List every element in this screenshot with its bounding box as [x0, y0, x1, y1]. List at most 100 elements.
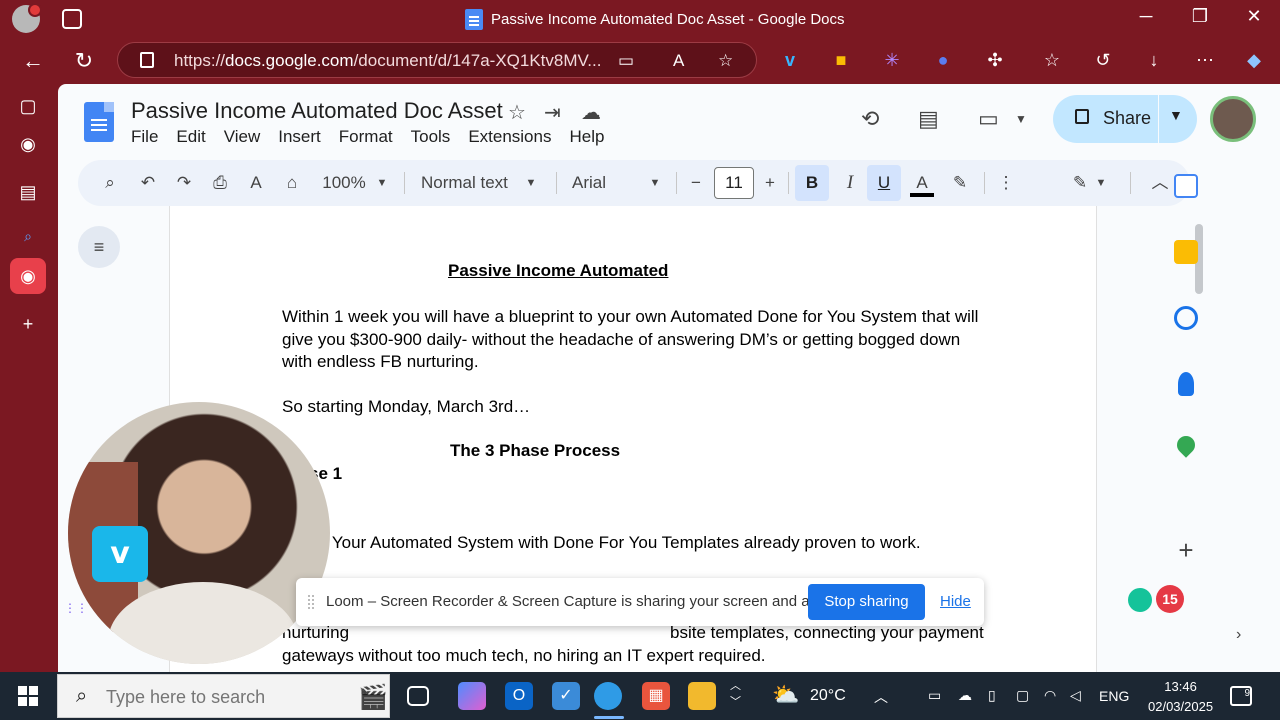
paragraph-line[interactable]: with endless FB nurturing. [282, 351, 479, 374]
italic-button[interactable]: I [838, 171, 862, 195]
favorite-star-icon[interactable]: ☆ [718, 51, 733, 71]
chevron-right-icon[interactable]: › [1236, 626, 1241, 644]
record-icon[interactable]: ◉ [14, 130, 42, 158]
copilot-icon[interactable]: ◆ [1243, 49, 1265, 71]
decrease-font-size-button[interactable]: − [686, 171, 706, 195]
search-menus-icon[interactable]: ⌕ [98, 171, 122, 195]
underline-button[interactable]: U [867, 165, 901, 201]
favorites-icon[interactable]: ☆ [1041, 49, 1063, 71]
more-menu-icon[interactable]: ⋯ [1194, 49, 1216, 71]
close-button[interactable]: ✕ [1239, 6, 1269, 27]
paragraph-line[interactable]: Within 1 week you will have a blueprint … [282, 306, 978, 329]
comments-icon[interactable]: ▤ [918, 106, 939, 132]
start-button[interactable] [18, 686, 38, 706]
highlight-pen-icon[interactable]: ✎ [948, 171, 972, 195]
tasks-icon[interactable] [1174, 306, 1198, 330]
chevron-down-icon[interactable]: ▼ [1094, 171, 1108, 195]
version-history-icon[interactable]: ⟲ [861, 106, 879, 132]
store-icon[interactable]: ▦ [642, 682, 670, 710]
grammarly-icon[interactable] [1128, 588, 1152, 612]
spellcheck-icon[interactable]: A [244, 171, 268, 195]
undo-icon[interactable]: ↶ [136, 171, 160, 195]
meet-now-icon[interactable]: ▢ [1016, 687, 1029, 704]
badge-count[interactable]: 15 [1156, 585, 1184, 613]
calendar-icon[interactable] [1174, 174, 1198, 198]
cloud-sync-icon[interactable]: ☁ [958, 687, 972, 704]
input-language[interactable]: ENG [1099, 688, 1129, 704]
cloud-saved-icon[interactable]: ☁ [581, 100, 601, 125]
add-app-icon[interactable]: + [14, 310, 42, 338]
refresh-icon[interactable]: ↻ [69, 46, 99, 76]
paragraph-line[interactable]: p Your Automated System with Done For Yo… [318, 532, 921, 555]
outlook-icon[interactable]: O [505, 682, 533, 710]
extension-icon[interactable]: ● [932, 49, 954, 71]
star-icon[interactable]: ☆ [508, 100, 526, 125]
docs-logo-icon[interactable] [84, 102, 114, 142]
taskbar-search[interactable]: ⌕ 🎬 [57, 674, 390, 718]
battery-icon[interactable]: ▭ [928, 687, 941, 704]
font-size-input[interactable]: 11 [714, 167, 754, 199]
edge-icon[interactable] [594, 682, 622, 710]
history-icon[interactable]: ↺ [1092, 49, 1114, 71]
restore-button[interactable]: ❐ [1185, 6, 1215, 27]
show-hidden-icons-icon[interactable]: ︿ [874, 687, 888, 707]
font-family-select[interactable]: Arial [572, 171, 632, 195]
zoom-select[interactable]: 100% [320, 171, 368, 195]
paragraph-line[interactable]: gateways without too much tech, no hirin… [282, 645, 766, 668]
file-explorer-icon[interactable] [688, 682, 716, 710]
hide-link[interactable]: Hide [940, 593, 971, 610]
search-app-icon[interactable]: ⌕ [14, 222, 42, 250]
more-options-icon[interactable]: ⋮ [994, 171, 1018, 195]
redo-icon[interactable]: ↷ [172, 171, 196, 195]
todo-icon[interactable]: ✓ [552, 682, 580, 710]
temperature[interactable]: 20°C [810, 687, 846, 705]
downloads-icon[interactable]: ↓ [1143, 49, 1165, 71]
menu-insert[interactable]: Insert [278, 127, 321, 147]
paragraph-style-select[interactable]: Normal text [421, 171, 517, 195]
stop-sharing-button[interactable]: Stop sharing [808, 584, 925, 620]
document-title[interactable]: Passive Income Automated Doc Asset [131, 98, 503, 124]
usb-icon[interactable]: ▯ [988, 687, 996, 704]
system-clock[interactable]: 13:46 02/03/2025 [1148, 677, 1213, 717]
text-color-button[interactable]: A [910, 171, 934, 197]
url-text[interactable]: https://docs.google.com/document/d/147a-… [174, 51, 601, 71]
increase-font-size-button[interactable]: + [760, 171, 780, 195]
browser-profile-avatar[interactable] [12, 3, 42, 33]
menu-tools[interactable]: Tools [411, 127, 451, 147]
record-active-icon[interactable]: ◉ [10, 258, 46, 294]
menu-view[interactable]: View [224, 127, 261, 147]
task-view-icon[interactable] [407, 686, 429, 706]
wifi-icon[interactable]: ◠ [1044, 687, 1056, 704]
bold-button[interactable]: B [795, 165, 829, 201]
tabs-panel-icon[interactable]: ▢ [14, 92, 42, 120]
camera-indicator-icon[interactable]: ▭ [618, 51, 634, 71]
add-addon-icon[interactable]: + [1174, 537, 1198, 563]
weather-icon[interactable]: ⛅ [772, 682, 799, 708]
menu-extensions[interactable]: Extensions [468, 127, 551, 147]
section-heading[interactable]: The 3 Phase Process [450, 441, 620, 461]
chevron-down-icon[interactable]: ▼ [648, 171, 662, 195]
extension-icon[interactable]: ■ [830, 49, 852, 71]
drag-handle-icon[interactable]: ⋮⋮ [64, 602, 88, 626]
extensions-puzzle-icon[interactable]: ✣ [984, 49, 1006, 71]
copilot-taskbar-icon[interactable] [458, 682, 486, 710]
menu-format[interactable]: Format [339, 127, 393, 147]
chevron-down-icon[interactable]: ▼ [375, 171, 389, 195]
menu-file[interactable]: File [131, 127, 158, 147]
minimize-button[interactable]: ─ [1131, 6, 1161, 27]
editing-mode-icon[interactable]: ✎ [1068, 171, 1092, 195]
vimeo-extension-icon[interactable]: v [779, 49, 801, 71]
calendar-app-icon[interactable]: ▤ [14, 178, 42, 206]
contacts-icon[interactable] [1178, 372, 1194, 396]
menu-help[interactable]: Help [569, 127, 604, 147]
search-input[interactable] [106, 685, 296, 709]
menu-edit[interactable]: Edit [176, 127, 205, 147]
lock-icon[interactable] [140, 52, 154, 68]
paint-format-icon[interactable]: ⌂ [280, 171, 304, 195]
document-outline-icon[interactable]: ≡ [78, 226, 120, 268]
scroll-arrows-icon[interactable]: ︿ ﹀ [730, 678, 741, 710]
tab-actions-icon[interactable] [62, 9, 82, 29]
volume-icon[interactable]: ◁ [1070, 687, 1081, 704]
read-aloud-icon[interactable]: A [673, 51, 684, 71]
paragraph-line[interactable]: give you $300-900 daily- without the hea… [282, 329, 960, 352]
